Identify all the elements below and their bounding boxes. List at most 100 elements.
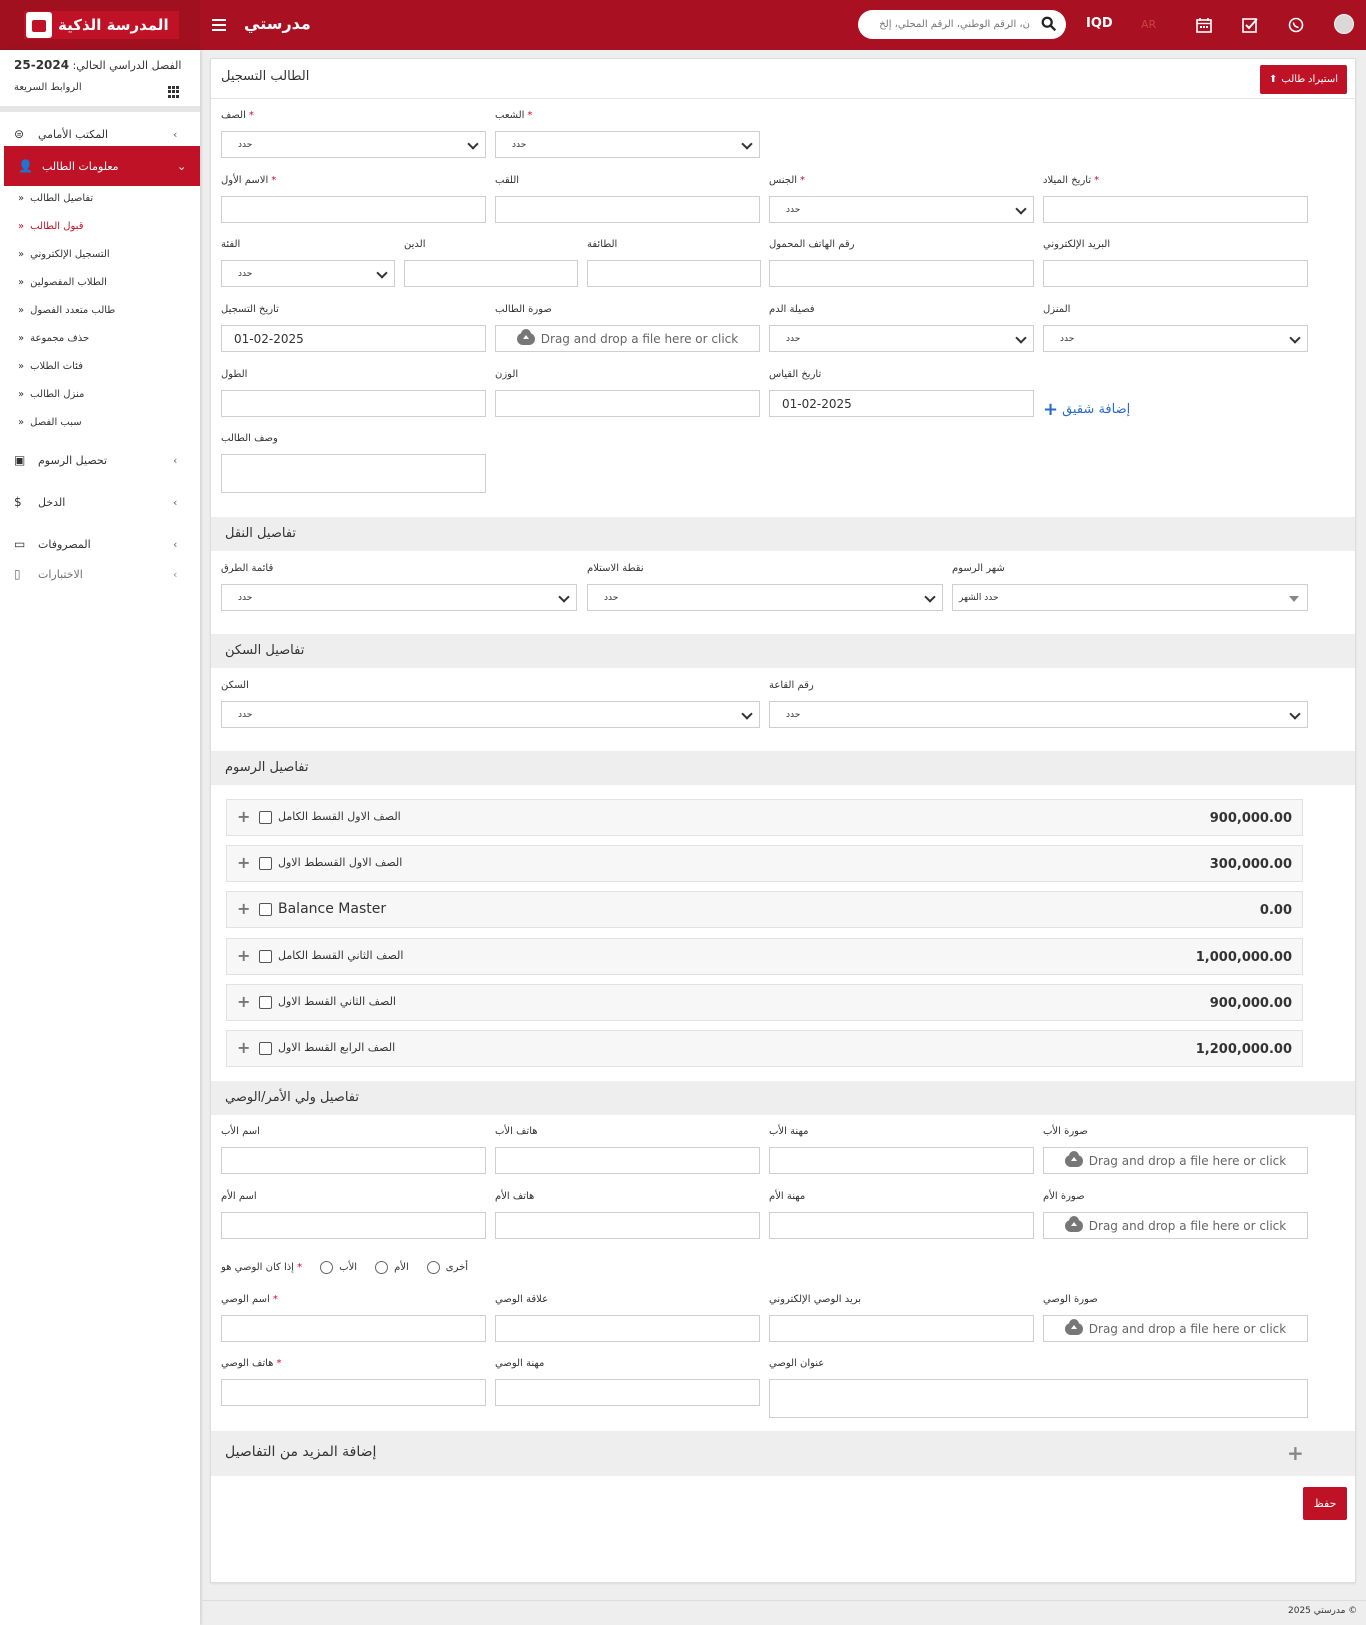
mother-occupation-label: مهنة الأم: [769, 1191, 806, 1202]
father-photo-dropzone[interactable]: Drag and drop a file here or click: [1043, 1147, 1308, 1174]
sidebar-item-income[interactable]: $ الدخل ‹: [0, 482, 200, 522]
dob-field[interactable]: [1043, 196, 1308, 223]
guardian-relation-field[interactable]: [495, 1315, 760, 1342]
category-select[interactable]: حدد: [221, 260, 395, 287]
quick-links-grid-icon[interactable]: [168, 86, 180, 98]
submenu-student-admission[interactable]: » قبول الطالب: [18, 221, 83, 232]
sidebar-item-exams[interactable]: ▯ الاختبارات ‹: [0, 564, 200, 584]
brand-logo-block[interactable]: المدرسة الذكية: [24, 11, 179, 39]
menu-toggle-icon[interactable]: [212, 19, 226, 31]
email-field[interactable]: [1043, 260, 1308, 287]
expand-plus-icon[interactable]: +: [237, 1038, 250, 1057]
fee-row[interactable]: + الصف الرابع القسط الاول 1,200,000.00: [226, 1030, 1303, 1067]
mother-name-field[interactable]: [221, 1212, 486, 1239]
height-field[interactable]: [221, 390, 486, 417]
description-textarea[interactable]: [221, 454, 486, 493]
expand-plus-icon[interactable]: +: [237, 946, 250, 965]
guardian-phone-field[interactable]: [221, 1379, 486, 1406]
caste-field[interactable]: [587, 260, 761, 287]
mother-phone-field[interactable]: [495, 1212, 760, 1239]
fee-checkbox[interactable]: [259, 1042, 272, 1055]
blood-group-select[interactable]: حدد: [769, 325, 1034, 352]
sidebar-item-expenses[interactable]: ▭ المصروفات ‹: [0, 524, 200, 564]
submenu-disable-reason[interactable]: » سبب الفصل: [18, 417, 82, 428]
save-button[interactable]: حفظ: [1303, 1487, 1347, 1520]
upload-icon: ⬆: [1269, 74, 1278, 85]
guardian-photo-dropzone[interactable]: Drag and drop a file here or click: [1043, 1315, 1308, 1342]
guardian-relation-label: علاقة الوصي: [495, 1294, 549, 1305]
fee-checkbox[interactable]: [259, 950, 272, 963]
search-input[interactable]: [870, 16, 1030, 33]
radio-father[interactable]: [320, 1261, 334, 1274]
fee-checkbox[interactable]: [259, 857, 272, 870]
class-select[interactable]: حدد: [221, 131, 486, 158]
father-phone-field[interactable]: [495, 1147, 760, 1174]
fee-row[interactable]: + الصف الثاني القسط الكامل 1,000,000.00: [226, 938, 1303, 975]
submenu-student-house[interactable]: » منزل الطالب: [18, 389, 84, 400]
more-details-bar[interactable]: إضافة المزيد من التفاصيل +: [211, 1431, 1355, 1476]
house-select[interactable]: حدد: [1043, 325, 1308, 352]
expand-plus-icon[interactable]: +: [237, 807, 250, 826]
expand-plus-icon[interactable]: +: [237, 853, 250, 872]
search-box[interactable]: [858, 10, 1066, 39]
calendar-icon[interactable]: [1191, 12, 1217, 38]
religion-field[interactable]: [404, 260, 578, 287]
guardian-occupation-field[interactable]: [495, 1379, 760, 1406]
whatsapp-icon[interactable]: [1283, 12, 1309, 38]
mother-photo-dropzone[interactable]: Drag and drop a file here or click: [1043, 1212, 1308, 1239]
route-list-select[interactable]: حدد: [221, 584, 577, 611]
fee-row[interactable]: + Balance Master 0.00: [226, 891, 1303, 928]
measure-date-field[interactable]: [769, 390, 1034, 417]
expand-plus-icon[interactable]: +: [237, 992, 250, 1011]
search-icon[interactable]: [1040, 15, 1058, 33]
hostel-select[interactable]: حدد: [221, 701, 760, 728]
add-sibling-button[interactable]: + إضافة شقيق: [1043, 399, 1130, 420]
fee-row[interactable]: + الصف الاول القسطط الاول 300,000.00: [226, 845, 1303, 882]
sidebar-item-fees-collection[interactable]: ▣ تحصيل الرسوم ‹: [0, 440, 200, 480]
expand-plus-icon[interactable]: +: [237, 899, 250, 918]
radio-other[interactable]: [426, 1261, 440, 1274]
submenu-bulk-delete[interactable]: » حذف مجموعة: [18, 333, 89, 344]
sidebar-item-student-info[interactable]: 👤 معلومات الطالب ⌄: [4, 146, 200, 186]
submenu-disabled-students[interactable]: » الطلاب المفصولين: [18, 277, 107, 288]
house-label: المنزل: [1043, 304, 1071, 315]
import-student-button[interactable]: ⬆ استيراد طالب: [1260, 65, 1347, 94]
surname-field[interactable]: [495, 196, 760, 223]
submenu-student-categories[interactable]: » فئات الطلاب: [18, 361, 83, 372]
first-name-field[interactable]: [221, 196, 486, 223]
student-photo-dropzone[interactable]: Drag and drop a file here or click: [495, 325, 760, 352]
submenu-online-registration[interactable]: » التسجيل الإلكتروني: [18, 249, 110, 260]
submenu-student-details[interactable]: » تفاصيل الطالب: [18, 193, 93, 204]
fee-checkbox[interactable]: [259, 996, 272, 1009]
father-occupation-label: مهنة الأب: [769, 1126, 809, 1137]
radio-mother[interactable]: [375, 1261, 389, 1274]
mobile-field[interactable]: [769, 260, 1034, 287]
room-number-select[interactable]: حدد: [769, 701, 1308, 728]
fee-row[interactable]: + الصف الاول القسط الكامل 900,000.00: [226, 799, 1303, 836]
expand-plus-icon[interactable]: +: [1287, 1441, 1304, 1465]
fee-row[interactable]: + الصف الثاني القسط الاول 900,000.00: [226, 984, 1303, 1021]
language-switch[interactable]: AR: [1141, 18, 1156, 31]
father-name-field[interactable]: [221, 1147, 486, 1174]
chevron-down-icon: [558, 591, 570, 603]
currency-switch[interactable]: IQD: [1086, 16, 1113, 31]
guardian-email-field[interactable]: [769, 1315, 1034, 1342]
chevron-down-icon: [1015, 332, 1027, 344]
submenu-multi-class-student[interactable]: » طالب متعدد الفصول: [18, 305, 115, 316]
pickup-point-select[interactable]: حدد: [587, 584, 943, 611]
father-occupation-field[interactable]: [769, 1147, 1034, 1174]
section-select[interactable]: حدد: [495, 131, 760, 158]
admission-date-field[interactable]: [221, 325, 486, 352]
fees-month-select[interactable]: حدد الشهر: [952, 584, 1308, 611]
double-chevron-icon: »: [18, 417, 25, 428]
fee-checkbox[interactable]: [259, 811, 272, 824]
avatar[interactable]: [1334, 14, 1354, 34]
weight-field[interactable]: [495, 390, 760, 417]
mother-occupation-field[interactable]: [769, 1212, 1034, 1239]
tasks-checkbox-icon[interactable]: [1237, 12, 1263, 38]
gender-select[interactable]: حدد: [769, 196, 1034, 223]
guardian-name-field[interactable]: [221, 1315, 486, 1342]
guardian-address-textarea[interactable]: [769, 1379, 1308, 1418]
fee-checkbox[interactable]: [259, 903, 272, 916]
semester-label: الفصل الدراسي الحالي:: [72, 59, 182, 72]
